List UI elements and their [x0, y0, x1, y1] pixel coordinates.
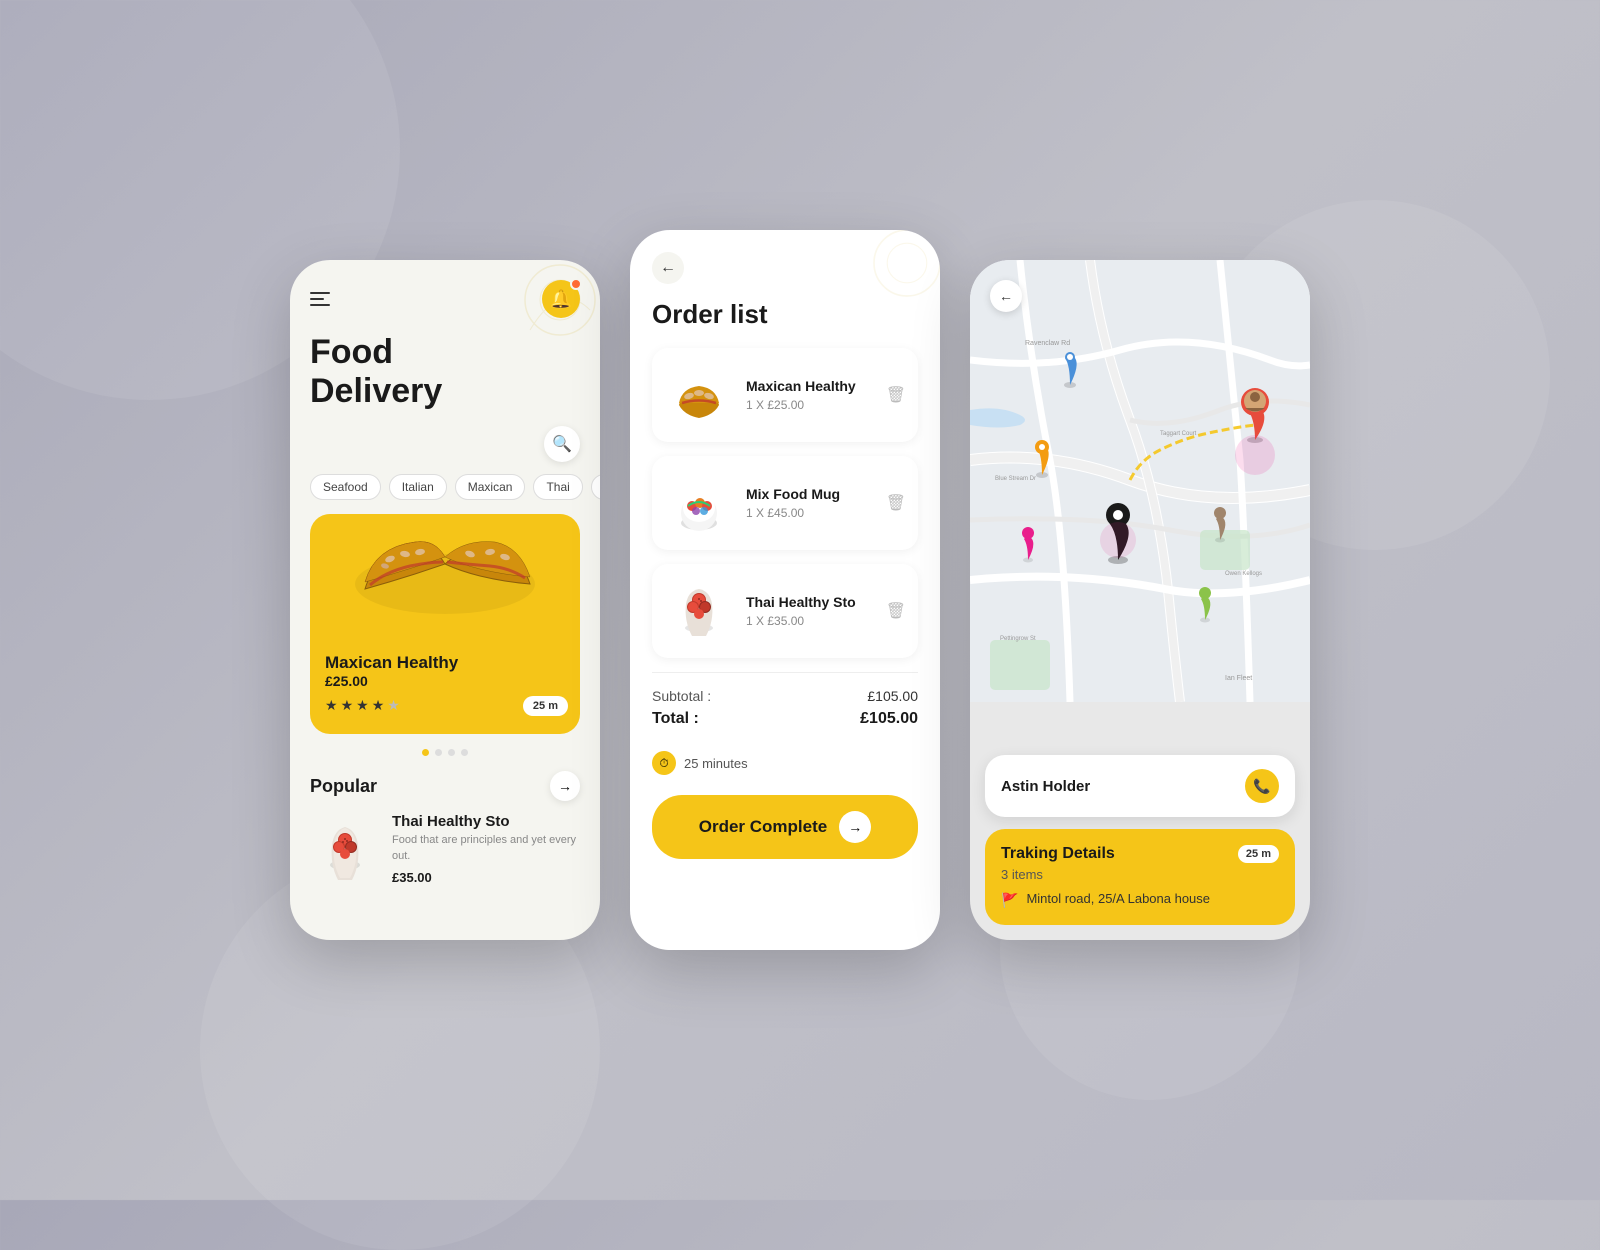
svg-text:Blue Stream Dr: Blue Stream Dr [995, 476, 1036, 482]
popular-section: Popular → [290, 771, 600, 887]
title-line2: Delivery [310, 372, 442, 410]
svg-text:Owen Kellogs: Owen Kellogs [1225, 571, 1262, 577]
delivery-time-label: 25 minutes [684, 756, 748, 771]
tracking-badge: 25 m [1238, 845, 1279, 863]
tracking-details-card: Traking Details 3 items 25 m 🚩 Mintol ro… [985, 829, 1295, 925]
order-item-1-image [664, 360, 734, 430]
phone-food-delivery: 🔔 FoodDelivery 🔍 Seafood Italian Maxican… [290, 260, 600, 940]
order-complete-arrow-icon: → [839, 811, 871, 843]
star-3: ★ [356, 697, 369, 714]
tracking-back-button[interactable]: ← [990, 280, 1022, 312]
order-item-3-name: Thai Healthy Sto [746, 594, 874, 610]
tracking-address-text: Mintol road, 25/A Labona house [1026, 890, 1210, 908]
category-japanese[interactable]: Japar [591, 474, 600, 500]
order-totals: Subtotal : £105.00 Total : £105.00 [630, 683, 940, 746]
delete-item-2-button[interactable]: 🗑 [886, 493, 906, 513]
notification-bell-button[interactable]: 🔔 [542, 280, 580, 318]
order-complete-button[interactable]: Order Complete → [652, 795, 918, 859]
totals-divider [652, 672, 918, 673]
carousel-dots [290, 749, 600, 756]
bell-icon: 🔔 [550, 289, 572, 310]
order-item-2: Mix Food Mug 1 X £45.00 🗑 [652, 456, 918, 550]
popular-title: Popular [310, 776, 377, 797]
delete-item-3-button[interactable]: 🗑 [886, 601, 906, 621]
total-row: Total : £105.00 [652, 710, 918, 728]
food-bg-decoration [480, 260, 600, 380]
total-value: £105.00 [860, 710, 918, 728]
order-back-button[interactable]: ← [652, 252, 684, 284]
order-item-2-name: Mix Food Mug [746, 486, 874, 502]
notification-badge [570, 278, 582, 290]
order-item-2-qty: 1 X £45.00 [746, 506, 874, 520]
popular-item-description: Food that are principles and yet every o… [392, 833, 580, 864]
title-line1: Food [310, 333, 393, 371]
star-1: ★ [325, 697, 338, 714]
delete-item-1-button[interactable]: 🗑 [886, 385, 906, 405]
svg-text:Ian Fleet: Ian Fleet [1225, 675, 1252, 682]
search-icon: 🔍 [552, 434, 572, 454]
delivery-time: ⏱ 25 minutes [630, 746, 940, 795]
svg-text:Ravenclaw Rd: Ravenclaw Rd [1025, 340, 1070, 347]
hero-item-rating: ★ ★ ★ ★ ★ [325, 697, 400, 714]
order-item-3-qty: 1 X £35.00 [746, 614, 874, 628]
call-driver-button[interactable]: 📞 [1245, 769, 1279, 803]
order-complete-label: Order Complete [699, 817, 827, 837]
phones-container: 🔔 FoodDelivery 🔍 Seafood Italian Maxican… [290, 250, 1310, 950]
total-label: Total : [652, 710, 699, 728]
order-item-2-image [664, 468, 734, 538]
order-item-3-info: Thai Healthy Sto 1 X £35.00 [746, 594, 874, 628]
dot-1[interactable] [422, 749, 429, 756]
hero-item-info: Maxican Healthy £25.00 [325, 653, 458, 689]
order-item-1-name: Maxican Healthy [746, 378, 874, 394]
driver-name: Astin Holder [1001, 778, 1090, 795]
popular-more-button[interactable]: → [550, 771, 580, 801]
phone-icon: 📞 [1253, 778, 1270, 795]
tracking-address-row: 🚩 Mintol road, 25/A Labona house [1001, 890, 1279, 909]
tracking-header: Traking Details 3 items 25 m [1001, 845, 1279, 882]
order-item-1-qty: 1 X £25.00 [746, 398, 874, 412]
tracking-items-count: 3 items [1001, 867, 1115, 882]
hamburger-menu-button[interactable] [310, 292, 330, 306]
tracking-header-left: Traking Details 3 items [1001, 845, 1115, 882]
hero-item-name: Maxican Healthy [325, 653, 458, 673]
star-4: ★ [372, 697, 385, 714]
hero-item-price: £25.00 [325, 673, 458, 689]
dot-3[interactable] [448, 749, 455, 756]
tracking-title: Traking Details [1001, 845, 1115, 863]
popular-item-name: Thai Healthy Sto [392, 813, 580, 830]
popular-item-info: Thai Healthy Sto Food that are principle… [392, 813, 580, 887]
order-item-2-info: Mix Food Mug 1 X £45.00 [746, 486, 874, 520]
star-5: ★ [387, 697, 400, 714]
subtotal-value: £105.00 [867, 688, 918, 704]
order-item-3-image [664, 576, 734, 646]
subtotal-label: Subtotal : [652, 688, 711, 704]
clock-icon: ⏱ [652, 751, 676, 775]
svg-text:Taggart Court: Taggart Court [1160, 431, 1197, 437]
order-item-1-info: Maxican Healthy 1 X £25.00 [746, 378, 874, 412]
phone-order-list: ← Order list Maxican Healthy 1 X £2 [630, 230, 940, 950]
tracking-bottom-panel: Astin Holder 📞 Traking Details 3 items 2… [970, 740, 1310, 940]
map-view: Ravenclaw Rd Taggart Court Owen Kellogs … [970, 260, 1310, 702]
order-item-1: Maxican Healthy 1 X £25.00 🗑 [652, 348, 918, 442]
order-item-3: Thai Healthy Sto 1 X £35.00 🗑 [652, 564, 918, 658]
search-button[interactable]: 🔍 [544, 426, 580, 462]
phone-tracking: Ravenclaw Rd Taggart Court Owen Kellogs … [970, 260, 1310, 940]
hero-food-image [335, 494, 555, 644]
subtotal-row: Subtotal : £105.00 [652, 688, 918, 704]
popular-item-image [310, 815, 380, 885]
svg-text:Pettingrow St: Pettingrow St [1000, 636, 1036, 642]
popular-item: Thai Healthy Sto Food that are principle… [310, 813, 580, 887]
hero-distance-badge: 25 m [523, 696, 568, 716]
order-food-bg-decoration [830, 230, 940, 340]
popular-header: Popular → [310, 771, 580, 801]
star-2: ★ [341, 697, 354, 714]
popular-item-price: £35.00 [392, 870, 432, 885]
dot-2[interactable] [435, 749, 442, 756]
hero-card: Maxican Healthy £25.00 ★ ★ ★ ★ ★ 25 m [310, 514, 580, 734]
flag-icon: 🚩 [1001, 892, 1018, 909]
search-area: 🔍 [290, 426, 600, 474]
dot-4[interactable] [461, 749, 468, 756]
driver-info-card: Astin Holder 📞 [985, 755, 1295, 817]
